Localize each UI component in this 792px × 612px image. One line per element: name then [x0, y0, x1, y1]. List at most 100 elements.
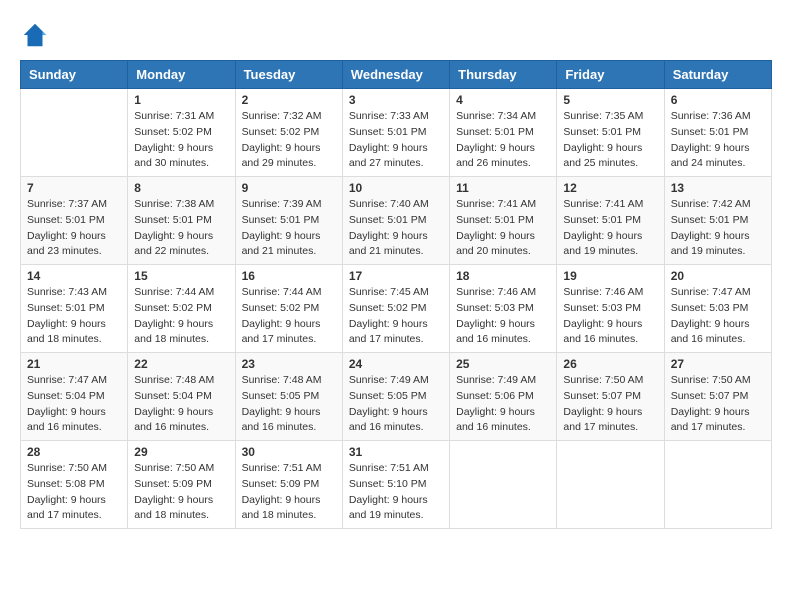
calendar-cell: 14Sunrise: 7:43 AMSunset: 5:01 PMDayligh… [21, 265, 128, 353]
sunset-text: Sunset: 5:04 PM [27, 389, 121, 405]
sunset-text: Sunset: 5:09 PM [134, 477, 228, 493]
sunset-text: Sunset: 5:01 PM [349, 213, 443, 229]
cell-content: Sunrise: 7:51 AMSunset: 5:09 PMDaylight:… [242, 461, 336, 524]
day-number: 25 [456, 357, 550, 371]
calendar-cell [664, 441, 771, 529]
sunset-text: Sunset: 5:02 PM [349, 301, 443, 317]
sunset-text: Sunset: 5:07 PM [671, 389, 765, 405]
calendar-cell: 28Sunrise: 7:50 AMSunset: 5:08 PMDayligh… [21, 441, 128, 529]
sunset-text: Sunset: 5:01 PM [671, 125, 765, 141]
day-number: 13 [671, 181, 765, 195]
cell-content: Sunrise: 7:51 AMSunset: 5:10 PMDaylight:… [349, 461, 443, 524]
calendar-cell: 15Sunrise: 7:44 AMSunset: 5:02 PMDayligh… [128, 265, 235, 353]
calendar-table: SundayMondayTuesdayWednesdayThursdayFrid… [20, 60, 772, 529]
sunrise-text: Sunrise: 7:50 AM [27, 461, 121, 477]
calendar-cell: 29Sunrise: 7:50 AMSunset: 5:09 PMDayligh… [128, 441, 235, 529]
daylight-text: Daylight: 9 hours and 19 minutes. [563, 229, 657, 261]
daylight-text: Daylight: 9 hours and 17 minutes. [671, 405, 765, 437]
calendar-cell: 3Sunrise: 7:33 AMSunset: 5:01 PMDaylight… [342, 89, 449, 177]
sunrise-text: Sunrise: 7:32 AM [242, 109, 336, 125]
cell-content: Sunrise: 7:44 AMSunset: 5:02 PMDaylight:… [134, 285, 228, 348]
calendar-cell: 25 Sunrise: 7:49 AMSunset: 5:06 PMDayligh… [450, 353, 557, 441]
day-number: 30 [242, 445, 336, 459]
cell-content: Sunrise: 7:38 AMSunset: 5:01 PMDaylight:… [134, 197, 228, 260]
cell-content: Sunrise: 7:42 AMSunset: 5:01 PMDaylight:… [671, 197, 765, 260]
calendar-cell: 1 Sunrise: 7:31 AMSunset: 5:02 PMDaylight… [128, 89, 235, 177]
sunrise-text: Sunrise: 7:50 AM [563, 373, 657, 389]
sunrise-text: Sunrise: 7:44 AM [134, 285, 228, 301]
daylight-text: Daylight: 9 hours and 30 minutes. [134, 141, 228, 173]
cell-content: Sunrise: 7:50 AMSunset: 5:09 PMDaylight:… [134, 461, 228, 524]
day-number: 19 [563, 269, 657, 283]
sunset-text: Sunset: 5:02 PM [134, 125, 228, 141]
daylight-text: Daylight: 9 hours and 21 minutes. [349, 229, 443, 261]
sunset-text: Sunset: 5:03 PM [563, 301, 657, 317]
sunrise-text: Sunrise: 7:46 AM [456, 285, 550, 301]
sunrise-text: Sunrise: 7:43 AM [27, 285, 121, 301]
calendar-cell: 5Sunrise: 7:35 AMSunset: 5:01 PMDaylight… [557, 89, 664, 177]
daylight-text: Daylight: 9 hours and 19 minutes. [349, 493, 443, 525]
daylight-text: Daylight: 9 hours and 16 minutes. [134, 405, 228, 437]
sunset-text: Sunset: 5:01 PM [456, 213, 550, 229]
calendar-cell: 11Sunrise: 7:41 AMSunset: 5:01 PMDayligh… [450, 177, 557, 265]
sunrise-text: Sunrise: 7:47 AM [671, 285, 765, 301]
daylight-text: Daylight: 9 hours and 17 minutes. [563, 405, 657, 437]
daylight-text: Daylight: 9 hours and 19 minutes. [671, 229, 765, 261]
sunset-text: Sunset: 5:01 PM [27, 213, 121, 229]
daylight-text: Daylight: 9 hours and 29 minutes. [242, 141, 336, 173]
day-header-monday: Monday [128, 61, 235, 89]
cell-content: Sunrise: 7:33 AMSunset: 5:01 PMDaylight:… [349, 109, 443, 172]
calendar-cell: 26Sunrise: 7:50 AMSunset: 5:07 PMDayligh… [557, 353, 664, 441]
sunrise-text: Sunrise: 7:33 AM [349, 109, 443, 125]
day-number: 1 [134, 93, 228, 107]
cell-content: Sunrise: 7:40 AMSunset: 5:01 PMDaylight:… [349, 197, 443, 260]
daylight-text: Daylight: 9 hours and 26 minutes. [456, 141, 550, 173]
daylight-text: Daylight: 9 hours and 20 minutes. [456, 229, 550, 261]
calendar-cell [557, 441, 664, 529]
calendar-cell [450, 441, 557, 529]
cell-content: Sunrise: 7:47 AMSunset: 5:04 PMDaylight:… [27, 373, 121, 436]
sunset-text: Sunset: 5:02 PM [134, 301, 228, 317]
cell-content: Sunrise: 7:48 AMSunset: 5:05 PMDaylight:… [242, 373, 336, 436]
cell-content: Sunrise: 7:50 AMSunset: 5:07 PMDaylight:… [563, 373, 657, 436]
cell-content: Sunrise: 7:49 AMSunset: 5:06 PMDaylight:… [456, 373, 550, 436]
cell-content: Sunrise: 7:46 AMSunset: 5:03 PMDaylight:… [456, 285, 550, 348]
logo [20, 20, 54, 50]
daylight-text: Daylight: 9 hours and 16 minutes. [349, 405, 443, 437]
calendar-cell: 23 Sunrise: 7:48 AMSunset: 5:05 PMDayligh… [235, 353, 342, 441]
sunrise-text: Sunrise: 7:40 AM [349, 197, 443, 213]
calendar-cell: 4Sunrise: 7:34 AMSunset: 5:01 PMDaylight… [450, 89, 557, 177]
sunrise-text: Sunrise: 7:49 AM [456, 373, 550, 389]
sunset-text: Sunset: 5:06 PM [456, 389, 550, 405]
calendar-cell: 18Sunrise: 7:46 AMSunset: 5:03 PMDayligh… [450, 265, 557, 353]
sunset-text: Sunset: 5:01 PM [456, 125, 550, 141]
cell-content: Sunrise: 7:37 AMSunset: 5:01 PMDaylight:… [27, 197, 121, 260]
sunrise-text: Sunrise: 7:38 AM [134, 197, 228, 213]
sunrise-text: Sunrise: 7:50 AM [134, 461, 228, 477]
day-number: 24 [349, 357, 443, 371]
day-number: 9 [242, 181, 336, 195]
sunset-text: Sunset: 5:03 PM [456, 301, 550, 317]
daylight-text: Daylight: 9 hours and 18 minutes. [134, 493, 228, 525]
cell-content: Sunrise: 7:47 AMSunset: 5:03 PMDaylight:… [671, 285, 765, 348]
day-number: 22 [134, 357, 228, 371]
daylight-text: Daylight: 9 hours and 16 minutes. [671, 317, 765, 349]
calendar-cell: 10Sunrise: 7:40 AMSunset: 5:01 PMDayligh… [342, 177, 449, 265]
sunrise-text: Sunrise: 7:34 AM [456, 109, 550, 125]
week-row-5: 28Sunrise: 7:50 AMSunset: 5:08 PMDayligh… [21, 441, 772, 529]
cell-content: Sunrise: 7:43 AMSunset: 5:01 PMDaylight:… [27, 285, 121, 348]
sunrise-text: Sunrise: 7:45 AM [349, 285, 443, 301]
daylight-text: Daylight: 9 hours and 16 minutes. [27, 405, 121, 437]
week-row-3: 14Sunrise: 7:43 AMSunset: 5:01 PMDayligh… [21, 265, 772, 353]
sunset-text: Sunset: 5:03 PM [671, 301, 765, 317]
calendar-cell: 7Sunrise: 7:37 AMSunset: 5:01 PMDaylight… [21, 177, 128, 265]
week-row-1: 1Sunrise: 7:31 AMSunset: 5:02 PMDaylight… [21, 89, 772, 177]
day-number: 23 [242, 357, 336, 371]
day-number: 5 [563, 93, 657, 107]
daylight-text: Daylight: 9 hours and 21 minutes. [242, 229, 336, 261]
daylight-text: Daylight: 9 hours and 16 minutes. [563, 317, 657, 349]
daylight-text: Daylight: 9 hours and 16 minutes. [456, 317, 550, 349]
daylight-text: Daylight: 9 hours and 17 minutes. [27, 493, 121, 525]
sunrise-text: Sunrise: 7:31 AM [134, 109, 228, 125]
sunset-text: Sunset: 5:01 PM [563, 125, 657, 141]
